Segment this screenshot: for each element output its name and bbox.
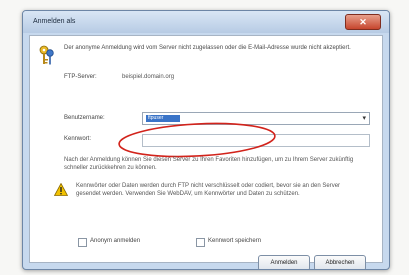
window-title: Anmelden als [33, 18, 76, 25]
close-button[interactable]: ✕ [345, 14, 381, 30]
title-bar[interactable]: Anmelden als ✕ [23, 11, 389, 33]
login-dialog: Anmelden als ✕ Der anonyme Anmeldung wir… [22, 10, 390, 270]
password-label: Kennwort: [64, 136, 92, 142]
save-password-checkbox[interactable] [196, 238, 205, 247]
chevron-down-icon[interactable]: ▾ [362, 114, 366, 122]
security-warning-text: Kennwörter oder Daten werden durch FTP n… [76, 183, 341, 197]
username-label: Benutzername: [64, 115, 105, 121]
close-icon: ✕ [359, 17, 367, 27]
keys-icon [39, 45, 54, 65]
cancel-button[interactable]: Abbrechen [314, 255, 366, 269]
ftp-server-label: FTP-Server: [64, 74, 97, 80]
dialog-body: Der anonyme Anmeldung wird vom Server ni… [29, 35, 383, 269]
red-annotation-oval [118, 122, 276, 158]
anonymous-login-checkbox[interactable] [78, 238, 87, 247]
warning-icon [54, 183, 68, 196]
intro-text: Der anonyme Anmeldung wird vom Server ni… [64, 45, 351, 51]
favorites-note: Nach der Anmeldung können Sie diesen Ser… [64, 157, 354, 171]
anonymous-login-label[interactable]: Anonym anmelden [90, 238, 140, 244]
login-button[interactable]: Anmelden [258, 255, 310, 269]
save-password-label[interactable]: Kennwort speichern [208, 238, 261, 244]
ftp-server-value: beispiel.domain.org [122, 74, 175, 80]
